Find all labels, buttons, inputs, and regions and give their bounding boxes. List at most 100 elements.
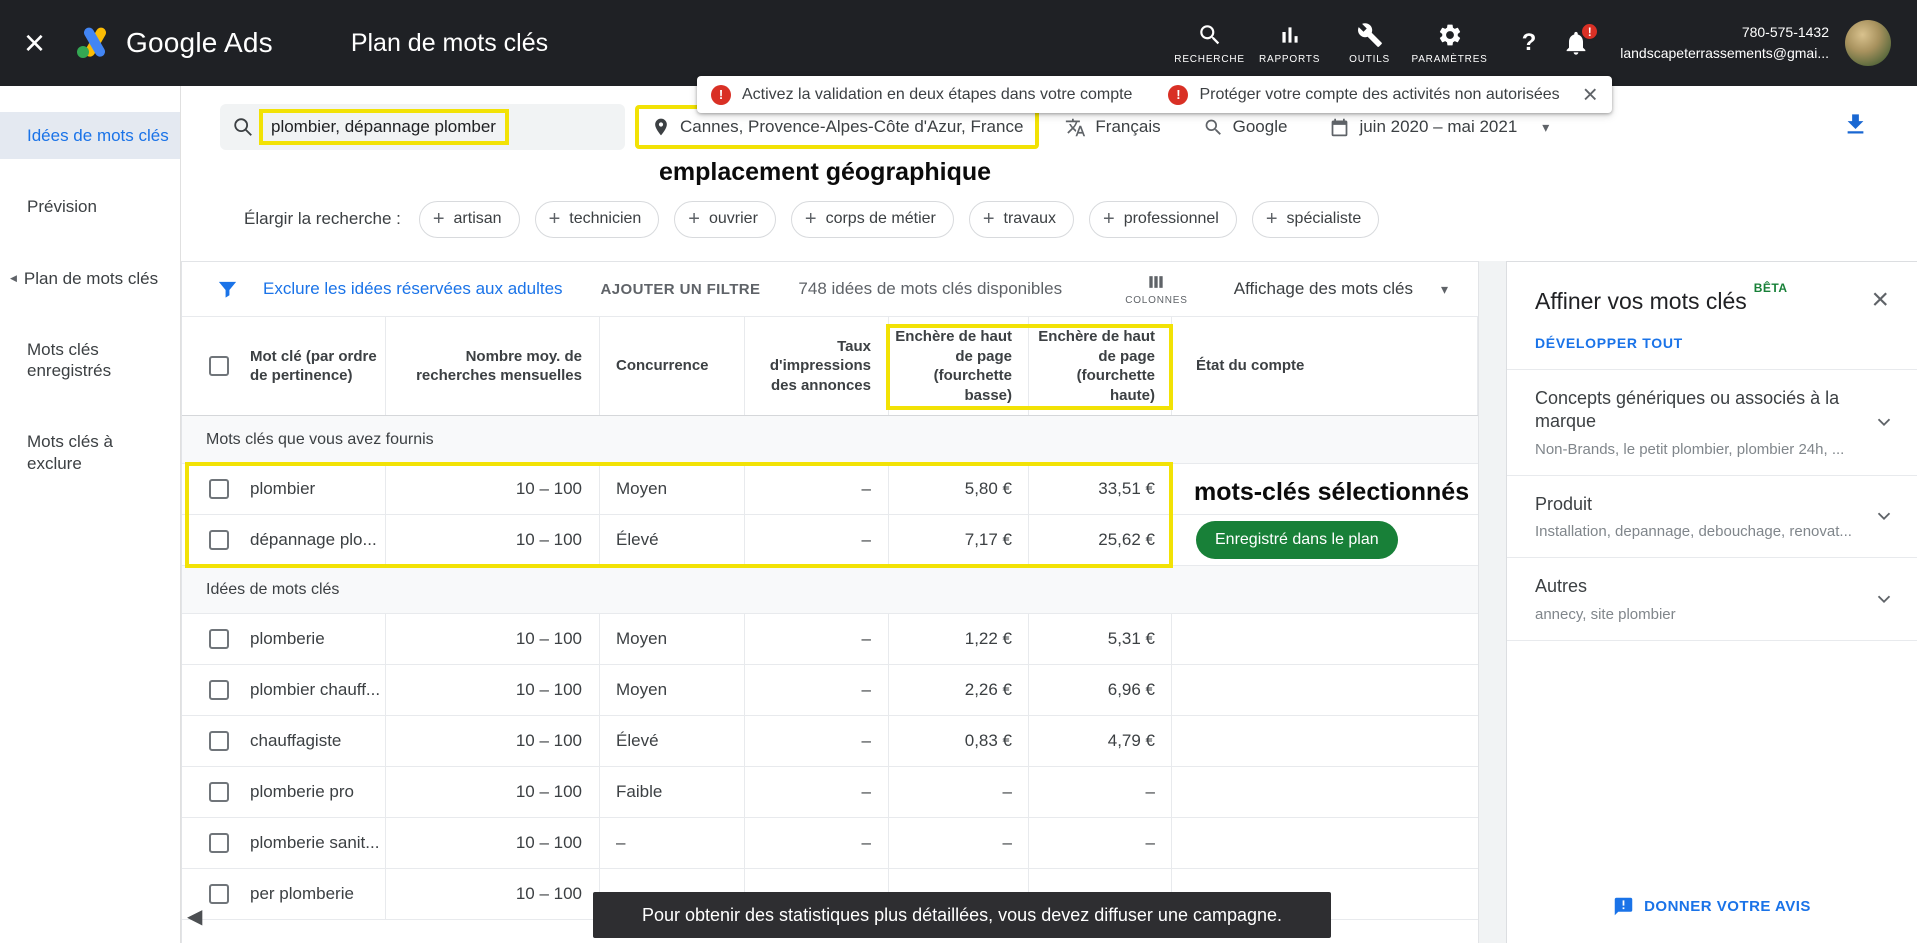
searches-cell: 10 – 100 xyxy=(386,869,600,919)
impressions-cell: – xyxy=(745,464,889,514)
column-header-searches[interactable]: Nombre moy. de recherches mensuelles xyxy=(386,317,600,415)
table-row-plombier-chauffagiste[interactable]: plombier chauff... 10 – 100 Moyen – 2,26… xyxy=(182,665,1478,716)
chip-ouvrier[interactable]: +ouvrier xyxy=(674,201,776,238)
chip-label: corps de métier xyxy=(826,210,936,228)
nav-reports-button[interactable]: RAPPORTS xyxy=(1250,22,1330,65)
scroll-left-button[interactable]: ◀ xyxy=(187,904,202,929)
table-row-depannage-plomberie[interactable]: dépannage plo... 10 – 100 Élevé – 7,17 €… xyxy=(182,515,1478,566)
row-checkbox[interactable] xyxy=(209,530,229,550)
network-search-icon xyxy=(1203,117,1224,138)
chip-technicien[interactable]: +technicien xyxy=(535,201,660,238)
brand-name: Google Ads xyxy=(126,27,273,59)
header-cell-keyword: Mot clé (par ordre de pertinence) xyxy=(182,317,386,415)
nav-search-button[interactable]: RECHERCHE xyxy=(1170,22,1250,65)
column-header-account-status[interactable]: État du compte xyxy=(1172,317,1478,415)
table-row-chauffagiste[interactable]: chauffagiste 10 – 100 Élevé – 0,83 € 4,7… xyxy=(182,716,1478,767)
refine-group-brand-concepts[interactable]: Concepts génériques ou associés à la mar… xyxy=(1507,370,1917,476)
keyword-search-box xyxy=(220,104,625,150)
expand-all-button[interactable]: DÉVELOPPER TOUT xyxy=(1535,335,1889,351)
alert-two-step-validation[interactable]: Activez la validation en deux étapes dan… xyxy=(742,86,1132,104)
refine-close-icon[interactable]: × xyxy=(1871,288,1889,312)
date-range-selector[interactable]: juin 2020 – mai 2021 ▾ xyxy=(1329,117,1549,138)
close-icon[interactable]: × xyxy=(24,25,45,61)
sidebar-item-saved-keywords[interactable]: Mots clés enregistrés xyxy=(0,326,180,395)
sidebar-item-forecast[interactable]: Prévision xyxy=(0,183,180,230)
help-icon[interactable]: ? xyxy=(1522,29,1537,57)
feedback-icon xyxy=(1613,896,1634,917)
alert-close-icon[interactable]: × xyxy=(1583,84,1598,105)
plus-icon: + xyxy=(1103,209,1115,229)
chip-label: spécialiste xyxy=(1287,210,1362,228)
calendar-icon xyxy=(1329,117,1350,138)
chevron-down-icon[interactable] xyxy=(1873,505,1895,527)
sidebar-item-keyword-plan[interactable]: ◀ Plan de mots clés xyxy=(0,255,180,302)
refine-group-subtitle: Non-Brands, le petit plombier, plombier … xyxy=(1535,441,1853,458)
chevron-down-icon[interactable] xyxy=(1873,411,1895,433)
table-row-plomberie[interactable]: plomberie 10 – 100 Moyen – 1,22 € 5,31 € xyxy=(182,614,1478,665)
columns-button[interactable]: COLONNES xyxy=(1125,272,1188,306)
row-checkbox[interactable] xyxy=(209,731,229,751)
nav-settings-button[interactable]: PARAMÈTRES xyxy=(1410,22,1490,65)
chip-corps-de-metier[interactable]: +corps de métier xyxy=(791,201,954,238)
download-icon xyxy=(1842,111,1869,138)
notifications-button[interactable]: ! xyxy=(1562,29,1590,57)
search-icon xyxy=(1197,22,1223,48)
chip-artisan[interactable]: +artisan xyxy=(419,201,520,238)
exclude-adult-ideas-link[interactable]: Exclure les idées réservées aux adultes xyxy=(263,279,563,299)
refine-group-product[interactable]: Produit Installation, depannage, debouch… xyxy=(1507,476,1917,558)
bid-low-cell: 2,26 € xyxy=(889,665,1029,715)
refine-group-others[interactable]: Autres annecy, site plombier xyxy=(1507,558,1917,640)
row-checkbox[interactable] xyxy=(209,884,229,904)
network-selector[interactable]: Google xyxy=(1203,117,1288,138)
column-header-keyword[interactable]: Mot clé (par ordre de pertinence) xyxy=(250,347,385,386)
row-checkbox[interactable] xyxy=(209,833,229,853)
table-row-plomberie-sanitaire[interactable]: plomberie sanit... 10 – 100 – – – – xyxy=(182,818,1478,869)
impressions-cell: – xyxy=(745,767,889,817)
column-header-impressions[interactable]: Taux d'impressions des annonces xyxy=(745,317,889,415)
competition-cell: Moyen xyxy=(600,614,745,664)
bid-high-cell: – xyxy=(1029,818,1172,868)
select-all-checkbox[interactable] xyxy=(209,356,229,376)
search-icon xyxy=(232,116,254,138)
row-checkbox[interactable] xyxy=(209,782,229,802)
row-checkbox[interactable] xyxy=(209,680,229,700)
download-button[interactable] xyxy=(1842,111,1869,143)
account-phone: 780-575-1432 xyxy=(1620,22,1829,43)
row-checkbox[interactable] xyxy=(209,479,229,499)
competition-cell: – xyxy=(600,818,745,868)
chip-professionnel[interactable]: +professionnel xyxy=(1089,201,1237,238)
row-checkbox[interactable] xyxy=(209,629,229,649)
translate-icon xyxy=(1065,117,1086,138)
account-status-cell xyxy=(1172,614,1478,664)
impressions-cell: – xyxy=(745,665,889,715)
add-filter-button[interactable]: AJOUTER UN FILTRE xyxy=(601,281,761,298)
alert-protect-account[interactable]: Protéger votre compte des activités non … xyxy=(1199,86,1559,104)
searches-cell: 10 – 100 xyxy=(386,515,600,565)
caret-down-icon[interactable]: ▾ xyxy=(1542,119,1549,136)
column-header-competition[interactable]: Concurrence xyxy=(600,317,745,415)
column-header-bid-high[interactable]: Enchère de haut de page (fourchette haut… xyxy=(1029,317,1172,415)
language-selector[interactable]: Français xyxy=(1065,117,1160,138)
main-content: Cannes, Provence-Alpes-Côte d'Azur, Fran… xyxy=(181,86,1917,943)
column-header-bid-low[interactable]: Enchère de haut de page (fourchette bass… xyxy=(889,317,1029,415)
sidebar-item-negative-keywords[interactable]: Mots clés à exclure xyxy=(0,418,180,487)
refine-keywords-panel: Affiner vos mots clés BÊTA × DÉVELOPPER … xyxy=(1506,261,1917,943)
keyword-search-input[interactable] xyxy=(259,109,509,145)
feedback-button[interactable]: DONNER VOTRE AVIS xyxy=(1507,896,1917,917)
searches-cell: 10 – 100 xyxy=(386,716,600,766)
refine-panel-header: Affiner vos mots clés BÊTA × xyxy=(1535,288,1889,315)
content-gap xyxy=(1479,261,1506,943)
impressions-cell: – xyxy=(745,614,889,664)
keyword-view-select[interactable]: Affichage des mots clés ▾ xyxy=(1234,279,1448,299)
saved-in-plan-button[interactable]: Enregistré dans le plan xyxy=(1196,521,1398,559)
chip-travaux[interactable]: +travaux xyxy=(969,201,1074,238)
chip-specialiste[interactable]: +spécialiste xyxy=(1252,201,1379,238)
nav-tools-button[interactable]: OUTILS xyxy=(1330,22,1410,65)
collapse-arrow-icon: ◀ xyxy=(10,273,17,284)
sidebar-item-keyword-ideas[interactable]: Idées de mots clés xyxy=(0,112,180,159)
avatar[interactable] xyxy=(1845,20,1891,66)
chevron-down-icon[interactable] xyxy=(1873,588,1895,610)
filter-button[interactable] xyxy=(216,278,239,301)
table-row-plomberie-pro[interactable]: plomberie pro 10 – 100 Faible – – – xyxy=(182,767,1478,818)
google-ads-home-link[interactable]: Google Ads xyxy=(75,26,273,60)
